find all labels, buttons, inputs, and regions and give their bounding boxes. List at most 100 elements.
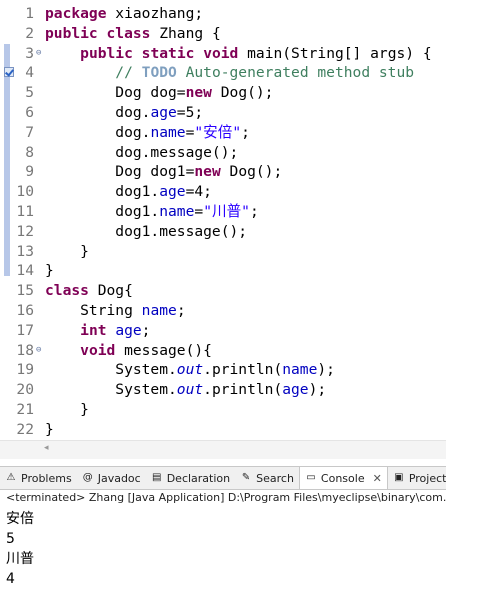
code-line[interactable]: 21 } <box>0 400 446 420</box>
code-line[interactable]: 13 } <box>0 242 446 262</box>
code-text: dog.age=5; <box>45 103 203 123</box>
code-line[interactable]: 4 // TODO Auto-generated method stub <box>0 63 446 83</box>
code-token: TODO <box>141 64 186 82</box>
code-token: age <box>115 321 142 339</box>
code-line[interactable]: 17 int age; <box>0 321 446 341</box>
code-text: package xiaozhang; <box>45 4 203 24</box>
code-line[interactable]: 9 Dog dog1=new Dog(); <box>0 162 446 182</box>
code-text: int age; <box>45 321 150 341</box>
tab-label: Search <box>256 471 294 485</box>
code-token: static <box>141 44 204 62</box>
line-number: 11 <box>16 203 34 220</box>
tab-search[interactable]: ✎ Search <box>235 467 299 489</box>
tab-javadoc[interactable]: @ Javadoc <box>77 467 146 489</box>
line-number: 19 <box>16 361 34 379</box>
code-line[interactable]: 6 dog.age=5; <box>0 103 446 123</box>
line-number: 3 <box>25 44 34 62</box>
code-token: void <box>203 44 248 62</box>
tab-console[interactable]: ▭ Console ✕ <box>298 467 388 489</box>
code-token: public <box>45 24 107 42</box>
task-marker-icon[interactable] <box>4 67 14 78</box>
code-text: } <box>45 420 54 440</box>
code-editor[interactable]: 1 package xiaozhang; 2 public class Zhang {… <box>0 0 446 462</box>
line-number: 10 <box>16 183 34 201</box>
line-number: 20 <box>16 381 34 399</box>
code-token: } <box>45 242 89 260</box>
line-number: 8 <box>25 143 34 161</box>
close-icon[interactable]: ✕ <box>373 472 382 485</box>
code-line[interactable]: 18 ⊖ void message(){ <box>0 341 446 361</box>
code-token: int <box>80 321 116 339</box>
code-token: ); <box>308 381 327 399</box>
tab-problems[interactable]: ⚠ Problems <box>0 467 77 489</box>
code-token: main(String[] args) { <box>247 44 432 62</box>
problems-icon: ⚠ <box>6 472 16 483</box>
fold-toggle-icon[interactable]: ⊖ <box>36 48 43 57</box>
tab-project-migration[interactable]: ▣ Project Migra <box>388 467 446 489</box>
code-line[interactable]: 10 dog1.age=4; <box>0 182 446 202</box>
code-token: = <box>194 203 204 220</box>
console-status-line: <terminated> Zhang [Java Application] D:… <box>6 491 446 504</box>
code-text: String name; <box>45 301 186 321</box>
code-text: class Dog{ <box>45 281 133 301</box>
code-text: public class Zhang { <box>45 24 221 44</box>
code-token: =5; <box>176 104 204 121</box>
scroll-left-icon[interactable]: ◂ <box>44 443 49 453</box>
code-line[interactable]: 14} <box>0 261 446 281</box>
code-text: dog.name="安倍"; <box>45 123 250 143</box>
line-number: 13 <box>16 242 34 260</box>
console-output-line: 安倍 <box>6 511 34 527</box>
code-line[interactable]: 16 String name; <box>0 301 446 321</box>
code-token: Dog(); <box>220 84 274 102</box>
code-token: Dog dog1= <box>45 163 195 181</box>
code-token: Zhang { <box>159 24 221 42</box>
code-line[interactable]: 19 System.out.println(name); <box>0 360 446 380</box>
horizontal-scrollbar[interactable]: ◂ <box>0 440 446 459</box>
code-text: Dog dog1=new Dog(); <box>45 162 282 182</box>
code-line[interactable]: 3 ⊖ public static void main(String[] args… <box>0 44 446 64</box>
line-number: 9 <box>25 163 34 181</box>
code-line[interactable]: 2 public class Zhang { <box>0 24 446 44</box>
code-line[interactable]: 12 dog1.message(); <box>0 222 446 242</box>
fold-toggle-icon[interactable]: ⊖ <box>36 345 43 354</box>
code-text: void message(){ <box>45 341 212 361</box>
code-token: class <box>106 24 160 42</box>
code-token: name <box>159 203 195 220</box>
code-line[interactable]: 20 System.out.println(age); <box>0 380 446 400</box>
code-token: Dog dog= <box>45 84 186 102</box>
code-token: "安倍" <box>194 123 242 141</box>
line-number: 14 <box>16 262 34 280</box>
code-text: System.out.println(age); <box>45 380 326 400</box>
code-line[interactable]: 11 dog1.name="川普"; <box>0 202 446 222</box>
code-text: } <box>45 261 54 281</box>
code-line[interactable]: 22} <box>0 420 446 440</box>
code-line[interactable]: 7 dog.name="安倍"; <box>0 123 446 143</box>
code-token: age <box>159 183 186 201</box>
code-text: public static void main(String[] args) { <box>45 44 432 64</box>
code-text: Dog dog=new Dog(); <box>45 83 273 103</box>
code-token: Auto-generated method stub <box>185 64 415 82</box>
tab-label: Declaration <box>166 471 231 485</box>
code-token: ; <box>176 302 186 319</box>
code-token: dog1. <box>45 203 160 220</box>
code-line[interactable]: 8 dog.message(); <box>0 143 446 163</box>
line-number: 12 <box>16 222 34 240</box>
code-token: .println( <box>203 361 283 379</box>
code-line[interactable]: 15 class Dog{ <box>0 281 446 301</box>
code-token: System. <box>45 361 177 379</box>
code-token: dog1.message(); <box>45 222 248 240</box>
code-token: } <box>45 420 54 438</box>
code-text: dog1.message(); <box>45 222 247 242</box>
code-line[interactable]: 1 package xiaozhang; <box>0 4 446 24</box>
tab-declaration[interactable]: ▤ Declaration <box>146 467 235 489</box>
search-icon: ✎ <box>241 472 251 483</box>
line-number: 22 <box>16 420 34 438</box>
code-token: dog. <box>45 104 151 121</box>
tab-label: Console <box>320 471 365 485</box>
code-token: .println( <box>203 381 283 399</box>
code-text: dog1.age=4; <box>45 182 212 202</box>
code-line[interactable]: 5 Dog dog=new Dog(); <box>0 83 446 103</box>
line-number: 17 <box>16 321 34 339</box>
